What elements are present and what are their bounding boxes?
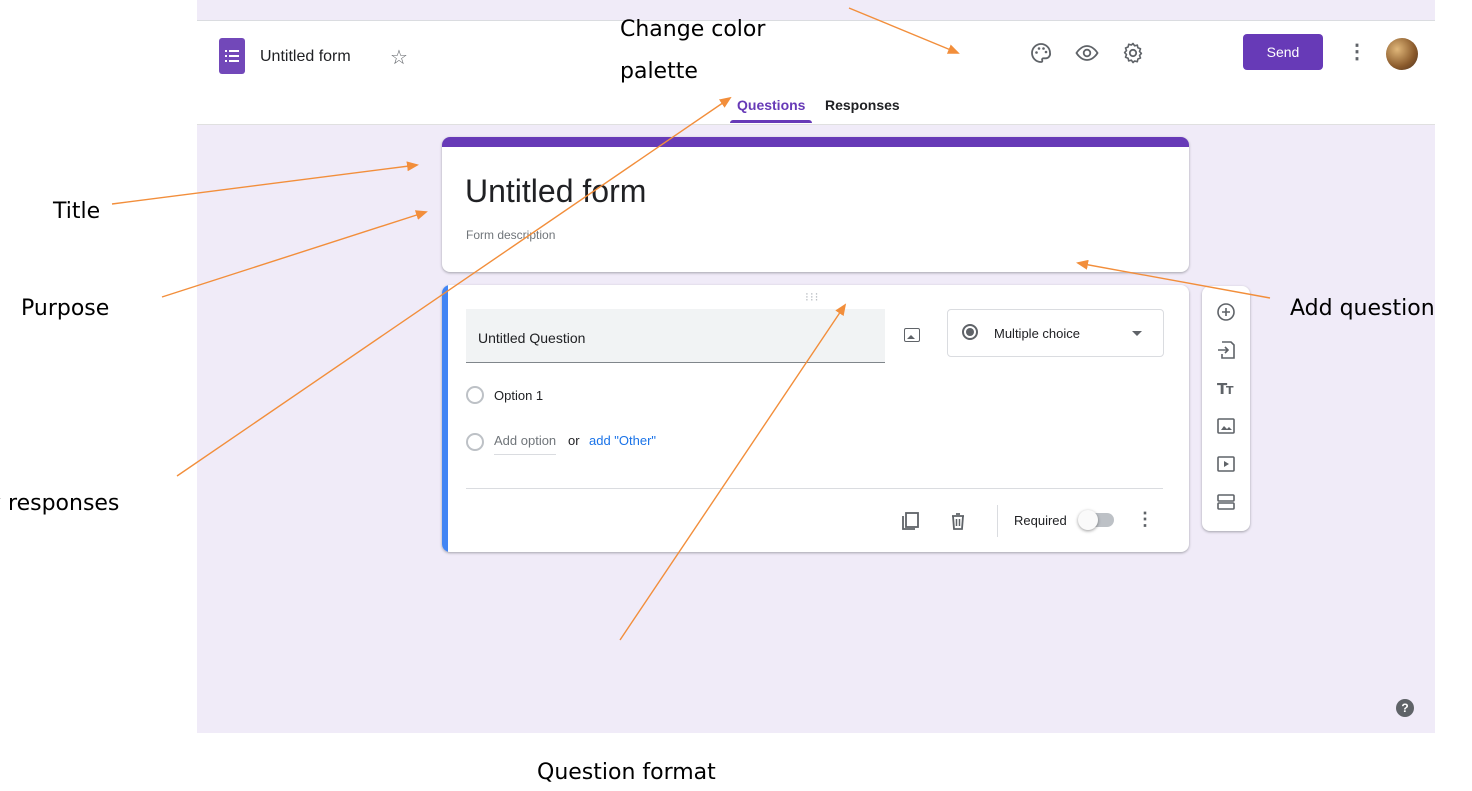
help-icon[interactable]: ? bbox=[1396, 699, 1414, 717]
annotation-title: Title bbox=[53, 199, 101, 224]
tab-responses[interactable]: Responses bbox=[825, 97, 900, 113]
active-tab-indicator bbox=[730, 120, 812, 123]
add-image-icon[interactable] bbox=[904, 328, 920, 342]
active-question-indicator bbox=[442, 285, 448, 552]
divider bbox=[997, 505, 998, 537]
divider bbox=[466, 488, 1163, 489]
section-icon[interactable] bbox=[1214, 490, 1238, 514]
video-icon[interactable] bbox=[1214, 452, 1238, 476]
import-questions-icon[interactable] bbox=[1214, 338, 1238, 362]
star-icon[interactable]: ☆ bbox=[390, 45, 408, 70]
forms-logo-icon[interactable] bbox=[219, 38, 245, 74]
form-description-input[interactable]: Form description bbox=[466, 228, 555, 242]
add-option-radio bbox=[466, 433, 484, 451]
question-side-toolbar: T T bbox=[1202, 286, 1250, 531]
toggle-knob bbox=[1078, 510, 1098, 530]
title-text-icon[interactable]: T T bbox=[1214, 376, 1238, 400]
required-label: Required bbox=[1014, 513, 1067, 528]
radio-button-icon bbox=[962, 324, 978, 340]
svg-text:T: T bbox=[1226, 384, 1234, 397]
palette-icon[interactable] bbox=[1029, 41, 1053, 65]
chevron-down-icon bbox=[1132, 331, 1142, 336]
form-name[interactable]: Untitled form bbox=[260, 48, 351, 66]
question-type-select[interactable]: Multiple choice bbox=[947, 309, 1164, 357]
question-more-icon[interactable]: ⋮ bbox=[1136, 509, 1154, 530]
annotation-color-palette-line1: Change color bbox=[620, 17, 766, 42]
drag-handle-icon[interactable]: ⁝⁝⁝ bbox=[805, 290, 819, 304]
send-button[interactable]: Send bbox=[1243, 34, 1323, 70]
add-option-input[interactable]: Add option bbox=[494, 433, 557, 455]
question-title-field[interactable]: Untitled Question bbox=[466, 309, 885, 363]
image-icon[interactable] bbox=[1214, 414, 1238, 438]
annotation-question-format: Question format bbox=[537, 760, 716, 785]
or-label: or bbox=[568, 433, 580, 448]
top-bar: Untitled form ☆ Send ⋮ Questions Respons… bbox=[197, 20, 1435, 125]
annotation-purpose: Purpose bbox=[21, 296, 110, 321]
title-card-accent bbox=[442, 137, 1189, 147]
form-title-input[interactable]: Untitled form bbox=[465, 173, 646, 210]
option-label[interactable]: Option 1 bbox=[494, 388, 543, 403]
question-card[interactable]: ⁝⁝⁝ Untitled Question Multiple choice Op… bbox=[442, 285, 1189, 552]
add-other-link[interactable]: add "Other" bbox=[589, 433, 656, 448]
option-radio bbox=[466, 386, 484, 404]
avatar[interactable] bbox=[1386, 38, 1418, 70]
required-toggle[interactable] bbox=[1078, 510, 1114, 530]
annotation-color-palette-line2: palette bbox=[620, 59, 698, 84]
form-title-card: Untitled form Form description bbox=[442, 137, 1189, 272]
add-circle-icon[interactable] bbox=[1214, 300, 1238, 324]
annotation-add-question: Add question bbox=[1290, 296, 1435, 321]
google-forms-window: Untitled form ☆ Send ⋮ Questions Respons… bbox=[197, 0, 1435, 733]
question-title: Untitled Question bbox=[478, 330, 586, 346]
annotation-responses: y responses bbox=[0, 491, 120, 516]
question-type-label: Multiple choice bbox=[994, 326, 1080, 341]
annotated-screenshot: Untitled form ☆ Send ⋮ Questions Respons… bbox=[0, 0, 1472, 791]
gear-icon[interactable] bbox=[1121, 41, 1145, 65]
tab-questions[interactable]: Questions bbox=[737, 97, 805, 113]
more-vert-icon[interactable]: ⋮ bbox=[1347, 39, 1367, 65]
eye-icon[interactable] bbox=[1075, 41, 1099, 65]
trash-icon[interactable] bbox=[948, 511, 968, 531]
duplicate-icon[interactable] bbox=[901, 511, 921, 531]
